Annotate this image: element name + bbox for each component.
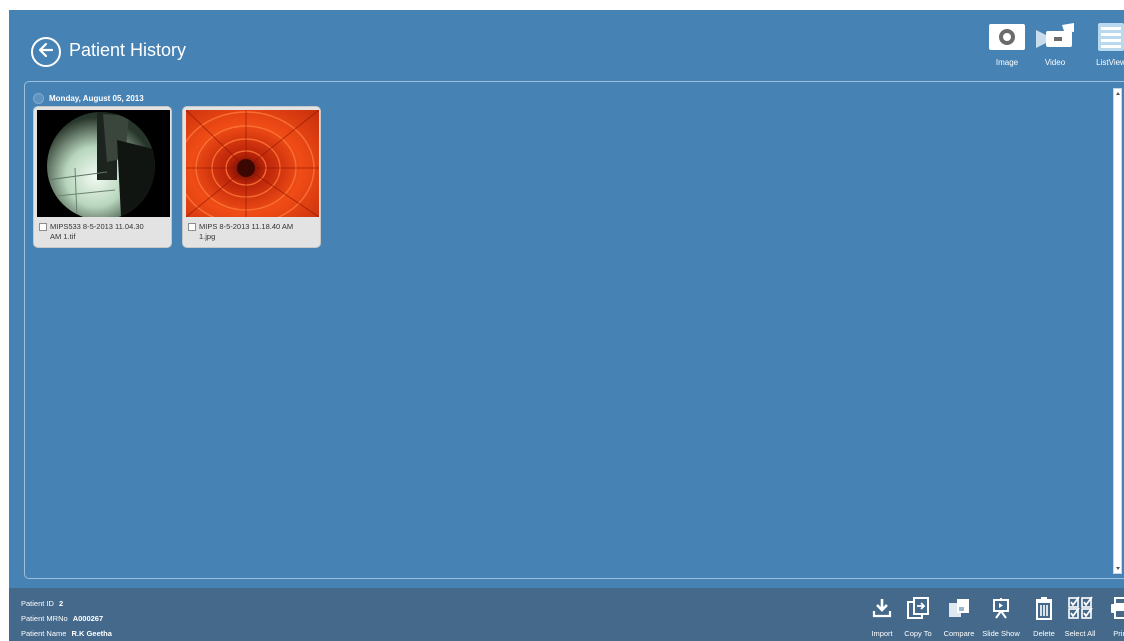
printer-icon — [1109, 596, 1124, 620]
vertical-scrollbar[interactable] — [1113, 88, 1122, 574]
scroll-down-icon[interactable] — [1115, 567, 1120, 570]
scroll-up-icon[interactable] — [1115, 92, 1120, 95]
thumbnail-card[interactable]: MIPS 8-5-2013 11.18.40 AM 1.jpg — [182, 106, 321, 248]
video-camera-icon — [1034, 22, 1076, 52]
page-title: Patient History — [69, 40, 187, 60]
image-view-label: Image — [995, 58, 1019, 67]
list-view-icon — [1096, 22, 1124, 52]
thumbnail-caption: MIPS533 8-5-2013 11.04.30 AM 1.tif — [39, 222, 167, 242]
import-button[interactable]: Import — [862, 596, 902, 638]
video-view-button[interactable]: Video — [1033, 22, 1077, 70]
patient-id-row: Patient ID 2 — [21, 599, 63, 608]
copy-to-label: Copy To — [904, 629, 932, 638]
patient-id-label: Patient ID — [21, 599, 54, 608]
slide-show-button[interactable]: Slide Show — [981, 596, 1021, 638]
select-all-icon — [1067, 596, 1093, 620]
footer-bar: Patient ID 2 Patient MRNo A000267 Patient … — [9, 588, 1124, 641]
patient-id-value: 2 — [58, 599, 64, 608]
list-view-label: ListView — [1096, 58, 1124, 67]
image-view-button[interactable]: Image — [985, 22, 1029, 70]
camera-icon — [987, 22, 1027, 52]
print-button[interactable]: Print — [1101, 596, 1124, 638]
select-all-label: Select All — [1064, 629, 1096, 638]
delete-label: Delete — [1033, 629, 1055, 638]
video-view-label: Video — [1044, 58, 1066, 67]
patient-mrno-label: Patient MRNo — [21, 614, 68, 623]
patient-name-row: Patient Name R.K Geetha — [21, 629, 112, 638]
slide-show-label: Slide Show — [982, 629, 1020, 638]
select-all-button[interactable]: Select All — [1060, 596, 1100, 638]
back-button[interactable] — [31, 37, 61, 67]
import-label: Import — [871, 629, 893, 638]
copy-to-button[interactable]: Copy To — [898, 596, 938, 638]
patient-history-window: Patient History Image Video ListView Mon… — [9, 10, 1124, 641]
delete-button[interactable]: Delete — [1024, 596, 1064, 638]
import-icon — [871, 596, 893, 620]
patient-mrno-value: A000267 — [72, 614, 104, 623]
select-date-group-checkbox[interactable] — [33, 92, 44, 104]
patient-name-value: R.K Geetha — [71, 629, 112, 638]
thumbnail-card[interactable]: MIPS533 8-5-2013 11.04.30 AM 1.tif — [33, 106, 172, 248]
compare-label: Compare — [943, 629, 975, 638]
thumbnail-checkbox[interactable] — [39, 223, 47, 231]
patient-name-label: Patient Name — [21, 629, 67, 638]
file-name-label: MIPS 8-5-2013 11.18.40 AM 1.jpg — [199, 222, 294, 241]
list-view-button[interactable]: ListView — [1089, 22, 1124, 70]
endoscope-view-image — [37, 110, 170, 217]
date-group-header: Monday, August 05, 2013 — [33, 91, 144, 105]
thumbnail-checkbox[interactable] — [188, 223, 196, 231]
trash-icon — [1034, 596, 1054, 620]
slide-show-icon — [990, 596, 1012, 620]
date-group-label: Monday, August 05, 2013 — [49, 93, 144, 103]
arrow-left-icon — [37, 41, 55, 64]
gallery-panel: Monday, August 05, 2013 MIPS533 8-5-2013… — [24, 81, 1124, 579]
file-name-label: MIPS533 8-5-2013 11.04.30 AM 1.tif — [50, 222, 144, 241]
thumbnail-caption: MIPS 8-5-2013 11.18.40 AM 1.jpg — [188, 222, 316, 242]
compare-icon — [947, 596, 971, 620]
patient-mrno-row: Patient MRNo A000267 — [21, 614, 103, 623]
copy-to-icon — [906, 596, 930, 620]
print-label: Print — [1113, 629, 1124, 638]
compare-button[interactable]: Compare — [939, 596, 979, 638]
red-flower-image — [186, 110, 319, 217]
